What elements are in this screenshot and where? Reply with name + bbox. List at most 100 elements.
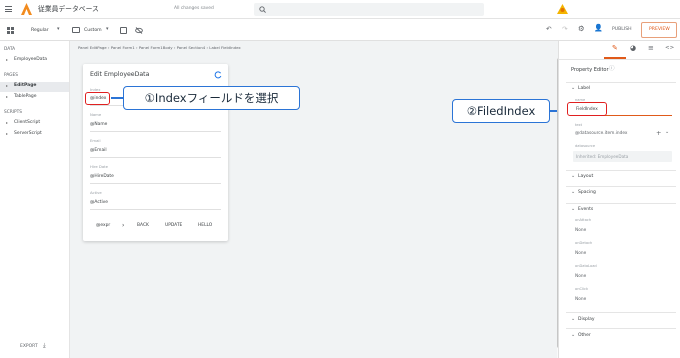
publish-button[interactable]: PUBLISH [612, 27, 632, 33]
callout-select-index-text: ①Indexフィールドを選択 [144, 91, 279, 105]
sidebar-item-employeedata[interactable]: EmployeeData [14, 57, 47, 63]
chevron-down-icon[interactable]: ⌄ [571, 207, 575, 212]
expr-label: @expr [96, 223, 111, 228]
user-avatar-icon[interactable] [557, 4, 568, 14]
event-name: onDataLoad [575, 264, 597, 268]
download-icon[interactable]: ⤓ [43, 343, 46, 349]
theme-select[interactable]: Regular [31, 28, 49, 34]
prop-text-value[interactable]: @datasource.item.index [575, 131, 627, 136]
name-field-highlight [567, 102, 607, 116]
sidebar-item-clientscript[interactable]: ClientScript [14, 120, 40, 126]
update-button[interactable]: UPDATE [165, 223, 182, 228]
chevron-down-icon[interactable]: ⌄ [571, 86, 575, 91]
undo-icon[interactable]: ↶ [546, 26, 551, 33]
device-icon[interactable] [72, 27, 80, 33]
fit-screen-icon[interactable] [120, 27, 127, 34]
widgets-icon[interactable] [7, 27, 14, 34]
add-icon[interactable]: + [656, 130, 661, 137]
palette-icon[interactable]: ◕ [630, 45, 636, 52]
pencil-icon[interactable]: ✎ [612, 45, 618, 52]
app-title: 従業員データベース [38, 5, 99, 13]
field-value-active[interactable]: @Active [90, 200, 108, 205]
chevron-down-icon[interactable]: ⌄ [571, 333, 575, 338]
section-layout[interactable]: Layout [578, 174, 593, 180]
export-button[interactable]: EXPORT [20, 344, 38, 350]
scripts-section-header: SCRIPTS [4, 110, 22, 115]
section-spacing[interactable]: Spacing [578, 190, 596, 196]
data-section-header: DATA [4, 47, 16, 52]
section-events[interactable]: Events [578, 207, 593, 213]
event-value[interactable]: None [575, 297, 586, 302]
field-underline [90, 157, 221, 158]
chevron-right-icon[interactable]: › [122, 223, 124, 229]
breadcrumb[interactable]: Panel EditPage › Panel Form1 › Panel For… [78, 46, 241, 50]
sidebar-item-tablepage[interactable]: TablePage [14, 94, 37, 100]
field-underline [90, 183, 221, 184]
back-button[interactable]: BACK [137, 223, 149, 228]
section-divider [566, 170, 676, 171]
help-icon[interactable]: ⓘ [609, 66, 615, 73]
event-name: onClick [575, 287, 589, 291]
caret-right-icon[interactable] [6, 133, 8, 135]
left-sidebar: DATA EmployeeData PAGES EditPage TablePa… [0, 41, 70, 358]
event-name: onDetach [575, 241, 593, 245]
chevron-down-icon[interactable]: ⌄ [665, 130, 669, 135]
list-icon[interactable]: ≡ [648, 45, 654, 52]
section-display[interactable]: Display [578, 317, 595, 323]
preview-button[interactable]: PREVIEW [641, 22, 677, 38]
prop-datasource-label: datasource [575, 144, 596, 148]
chevron-down-icon[interactable]: ▾ [57, 27, 60, 32]
field-label-active: Active [90, 190, 102, 195]
event-name: onAttach [575, 218, 592, 222]
section-divider [566, 312, 676, 313]
field-value-name[interactable]: @Name [90, 122, 107, 127]
hello-button[interactable]: HELLO [198, 223, 212, 228]
chevron-down-icon[interactable]: ▾ [106, 27, 109, 32]
prop-datasource-value: Inherited: EmployeeData [576, 154, 629, 159]
callout-fieldindex-text: ②FiledIndex [466, 104, 536, 118]
property-editor-title: Property Editor [571, 67, 609, 73]
size-select[interactable]: Custom [84, 28, 102, 34]
redo-icon[interactable]: ↷ [562, 26, 567, 33]
sidebar-item-editpage[interactable]: EditPage [14, 83, 36, 89]
settings-icon[interactable]: ⚙ [578, 25, 585, 33]
right-panel: ✎ ◕ ≡ <> Property Editor ⓘ [558, 41, 680, 358]
app-logo-icon [21, 3, 32, 15]
preview-button-label: PREVIEW [649, 27, 670, 32]
callout-select-index: ①Indexフィールドを選択 [123, 86, 300, 110]
caret-right-icon[interactable] [6, 59, 8, 61]
field-value-hiredate[interactable]: @HireDate [90, 174, 114, 179]
caret-right-icon[interactable] [6, 85, 8, 87]
menu-icon[interactable] [5, 6, 12, 12]
panel-divider [559, 59, 680, 60]
field-label-hiredate: Hire Date [90, 164, 109, 169]
caret-right-icon[interactable] [6, 122, 8, 124]
save-status: All changes saved [174, 6, 214, 11]
visibility-off-icon[interactable] [135, 27, 143, 34]
field-label-email: Email [90, 138, 101, 143]
chevron-down-icon[interactable]: ⌄ [571, 174, 575, 179]
search-box[interactable] [254, 3, 484, 16]
field-value-email[interactable]: @Email [90, 148, 107, 153]
event-value[interactable]: None [575, 251, 586, 256]
section-label[interactable]: Label [578, 86, 590, 92]
sidebar-item-serverscript[interactable]: ServerScript [14, 131, 42, 137]
event-value[interactable]: None [575, 228, 586, 233]
code-icon[interactable]: <> [665, 45, 674, 52]
prop-text-label: text [575, 123, 583, 127]
chevron-down-icon[interactable]: ⌄ [571, 317, 575, 322]
top-bar: 従業員データベース All changes saved [0, 0, 680, 19]
chevron-down-icon[interactable]: ⌄ [571, 190, 575, 195]
callout-fieldindex: ②FiledIndex [452, 99, 550, 123]
section-divider [566, 82, 676, 83]
event-value[interactable]: None [575, 274, 586, 279]
section-divider [566, 203, 676, 204]
pages-section-header: PAGES [4, 73, 18, 78]
share-icon[interactable]: 👤 [594, 25, 603, 32]
section-other[interactable]: Other [578, 333, 591, 339]
field-label-name: Name [90, 112, 102, 117]
section-divider [566, 328, 676, 329]
section-divider [566, 186, 676, 187]
caret-right-icon[interactable] [6, 96, 8, 98]
form-title: Edit EmployeeData [90, 71, 150, 78]
